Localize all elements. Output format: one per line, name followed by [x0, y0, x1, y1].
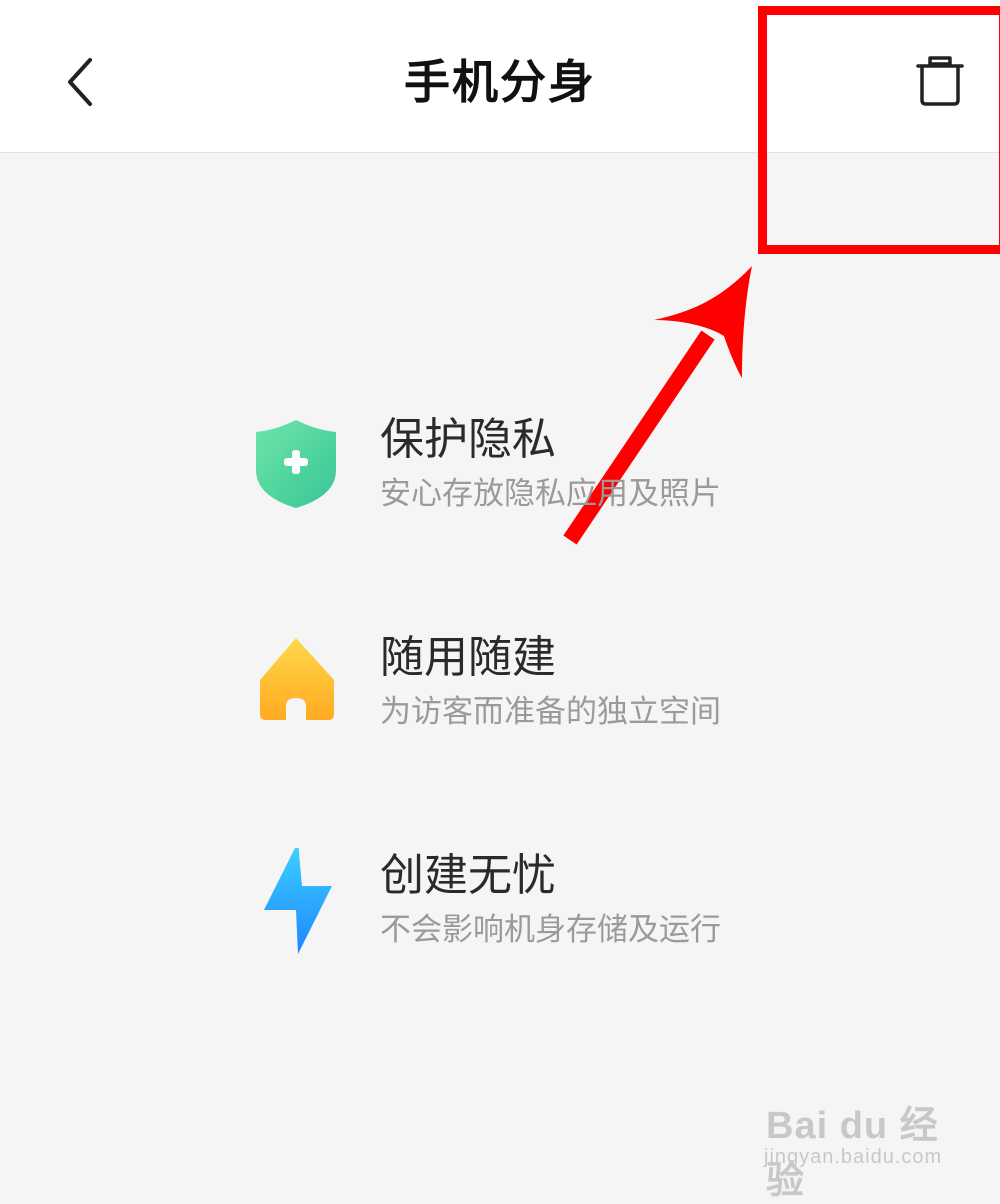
feature-title: 随用随建 [380, 632, 556, 683]
feature-privacy: 保护隐私 安心存放隐私应用及照片 [250, 412, 810, 532]
red-arrow [563, 266, 752, 545]
feature-title: 保护隐私 [380, 414, 556, 465]
feature-description: 为访客而准备的独立空间 [380, 694, 721, 730]
watermark-url: jingyan.baidu.com [764, 1146, 943, 1168]
feature-worry-free: 创建无忧 不会影响机身存储及运行 [250, 848, 810, 968]
lightning-icon [264, 848, 332, 954]
page-title: 手机分身 [404, 55, 596, 109]
watermark-logo: Bai du 经验 [766, 1105, 939, 1202]
feature-description: 安心存放隐私应用及照片 [380, 476, 721, 512]
app-header: 手机分身 [0, 0, 1000, 153]
feature-guest-space: 随用随建 为访客而准备的独立空间 [250, 630, 810, 750]
baidu-watermark: Bai du 经验 jingyan.baidu.com [760, 1090, 960, 1202]
shield-plus-icon [256, 420, 336, 508]
feature-title: 创建无忧 [380, 850, 556, 901]
home-icon [260, 638, 334, 720]
feature-description: 不会影响机身存储及运行 [380, 912, 721, 948]
delete-button[interactable] [910, 54, 972, 110]
trash-icon [916, 56, 964, 106]
